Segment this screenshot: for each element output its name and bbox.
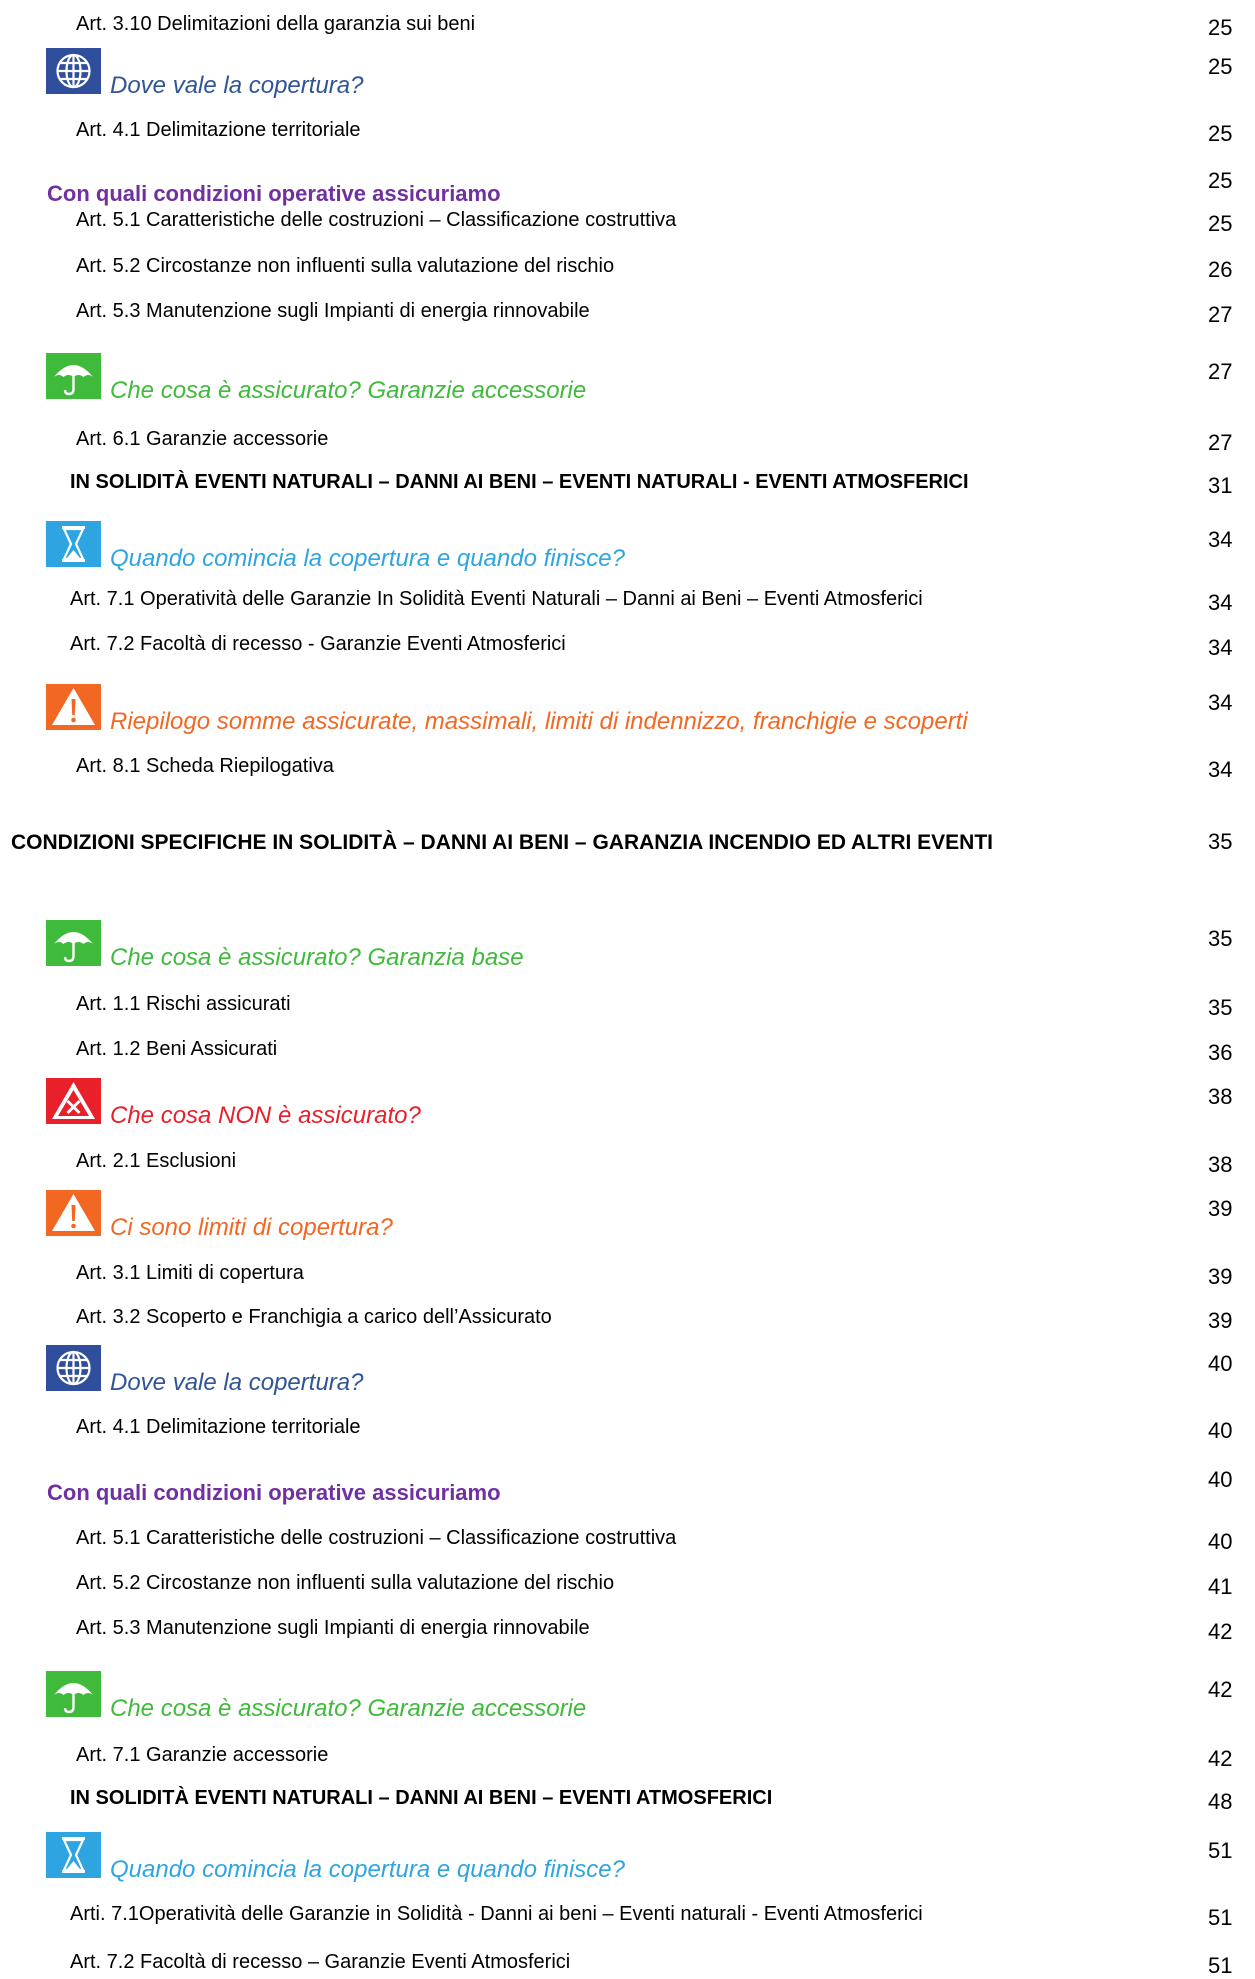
section-heading: Che cosa è assicurato? Garanzie accessor… xyxy=(110,1695,587,1722)
toc-page-number: 51 xyxy=(1208,1838,1233,1863)
toc-page-number: 42 xyxy=(1208,1746,1233,1771)
article-title: Art. 8.1 Scheda Riepilogativa xyxy=(76,755,334,777)
toc-page-number: 34 xyxy=(1208,690,1233,715)
toc-page-number: 34 xyxy=(1208,527,1233,552)
article-title: Art. 5.2 Circostanze non influenti sulla… xyxy=(76,1572,615,1594)
toc-page-number: 25 xyxy=(1208,15,1233,40)
section-heading: Quando comincia la copertura e quando fi… xyxy=(110,545,625,572)
article-title: Art. 1.1 Rischi assicurati xyxy=(76,993,291,1015)
part-heading: CONDIZIONI SPECIFICHE IN SOLIDITÀ – DANN… xyxy=(11,831,993,854)
umbrella-icon xyxy=(46,353,101,399)
hourglass-icon xyxy=(46,521,101,567)
section-heading: Con quali condizioni operative assicuria… xyxy=(47,181,501,206)
globe-icon xyxy=(46,48,101,94)
article-title: Art. 7.1 Garanzie accessorie xyxy=(76,1744,329,1766)
toc-page-number: 36 xyxy=(1208,1040,1233,1065)
warning-icon xyxy=(46,1190,101,1236)
toc-page-number: 39 xyxy=(1208,1264,1233,1289)
article-title: Art. 7.2 Facoltà di recesso – Garanzie E… xyxy=(70,1951,571,1973)
section-heading: Dove vale la copertura? xyxy=(110,72,364,99)
toc-page-number: 27 xyxy=(1208,430,1233,455)
toc-page-number: 51 xyxy=(1208,1953,1233,1978)
toc-page-number: 35 xyxy=(1208,829,1233,854)
section-heading: Dove vale la copertura? xyxy=(110,1369,364,1396)
article-title: Art. 2.1 Esclusioni xyxy=(76,1150,237,1172)
chapter-heading: IN SOLIDITÀ EVENTI NATURALI – DANNI AI B… xyxy=(70,471,969,493)
toc-page-number: 39 xyxy=(1208,1196,1233,1221)
warning-icon xyxy=(46,684,101,730)
section-heading: Che cosa NON è assicurato? xyxy=(110,1102,421,1129)
toc-page-number: 34 xyxy=(1208,757,1233,782)
toc-page-number: 25 xyxy=(1208,121,1233,146)
toc-page-number: 25 xyxy=(1208,54,1233,79)
toc-page-number: 40 xyxy=(1208,1418,1233,1443)
article-title: Art. 7.1 Operatività delle Garanzie In S… xyxy=(70,588,923,610)
toc-page-number: 40 xyxy=(1208,1467,1233,1492)
toc-page-number: 34 xyxy=(1208,590,1233,615)
toc-page-number: 27 xyxy=(1208,359,1233,384)
toc-page-number: 38 xyxy=(1208,1152,1233,1177)
article-title: Art. 3.2 Scoperto e Franchigia a carico … xyxy=(76,1306,552,1328)
toc-page-number: 48 xyxy=(1208,1789,1233,1814)
article-title: Art. 4.1 Delimitazione territoriale xyxy=(76,1416,361,1438)
article-title: Art. 4.1 Delimitazione territoriale xyxy=(76,119,361,141)
article-title: Art. 6.1 Garanzie accessorie xyxy=(76,428,329,450)
toc-page-number: 25 xyxy=(1208,211,1233,236)
toc-page-number: 26 xyxy=(1208,257,1233,282)
toc-page-number: 34 xyxy=(1208,635,1233,660)
article-title: Art. 5.3 Manutenzione sugli Impianti di … xyxy=(76,1617,590,1639)
hourglass-icon xyxy=(46,1832,101,1878)
excluded-icon xyxy=(46,1078,101,1124)
table-of-contents: Art. 3.10 Delimitazioni della garanzia s… xyxy=(0,0,1255,1978)
toc-page-number: 40 xyxy=(1208,1529,1233,1554)
toc-page-number: 51 xyxy=(1208,1905,1233,1930)
article-title: Art. 7.2 Facoltà di recesso - Garanzie E… xyxy=(70,633,566,655)
umbrella-icon xyxy=(46,1671,101,1717)
article-title: Arti. 7.1Operatività delle Garanzie in S… xyxy=(70,1903,923,1925)
toc-page-number: 42 xyxy=(1208,1619,1233,1644)
section-heading: Che cosa è assicurato? Garanzia base xyxy=(110,944,524,971)
toc-page-number: 35 xyxy=(1208,926,1233,951)
section-heading: Con quali condizioni operative assicuria… xyxy=(47,1480,501,1505)
article-title: Art. 5.3 Manutenzione sugli Impianti di … xyxy=(76,300,590,322)
chapter-heading: IN SOLIDITÀ EVENTI NATURALI – DANNI AI B… xyxy=(70,1787,773,1809)
article-title: Art. 1.2 Beni Assicurati xyxy=(76,1038,278,1060)
section-heading: Riepilogo somme assicurate, massimali, l… xyxy=(110,708,968,735)
toc-page-number: 42 xyxy=(1208,1677,1233,1702)
article-title: Art. 3.1 Limiti di copertura xyxy=(76,1262,304,1284)
toc-page-number: 31 xyxy=(1208,473,1233,498)
article-title: Art. 5.1 Caratteristiche delle costruzio… xyxy=(76,209,677,231)
article-title: Art. 3.10 Delimitazioni della garanzia s… xyxy=(76,13,476,35)
section-heading: Ci sono limiti di copertura? xyxy=(110,1214,393,1241)
globe-icon xyxy=(46,1345,101,1391)
section-heading: Quando comincia la copertura e quando fi… xyxy=(110,1856,625,1883)
article-title: Art. 5.2 Circostanze non influenti sulla… xyxy=(76,255,615,277)
umbrella-icon xyxy=(46,920,101,966)
toc-page-number: 39 xyxy=(1208,1308,1233,1333)
toc-page-number: 25 xyxy=(1208,168,1233,193)
toc-page-number: 35 xyxy=(1208,995,1233,1020)
toc-page-number: 27 xyxy=(1208,302,1233,327)
toc-page-number: 40 xyxy=(1208,1351,1233,1376)
toc-page-number: 38 xyxy=(1208,1084,1233,1109)
article-title: Art. 5.1 Caratteristiche delle costruzio… xyxy=(76,1527,677,1549)
toc-page-number: 41 xyxy=(1208,1574,1233,1599)
section-heading: Che cosa è assicurato? Garanzie accessor… xyxy=(110,377,587,404)
